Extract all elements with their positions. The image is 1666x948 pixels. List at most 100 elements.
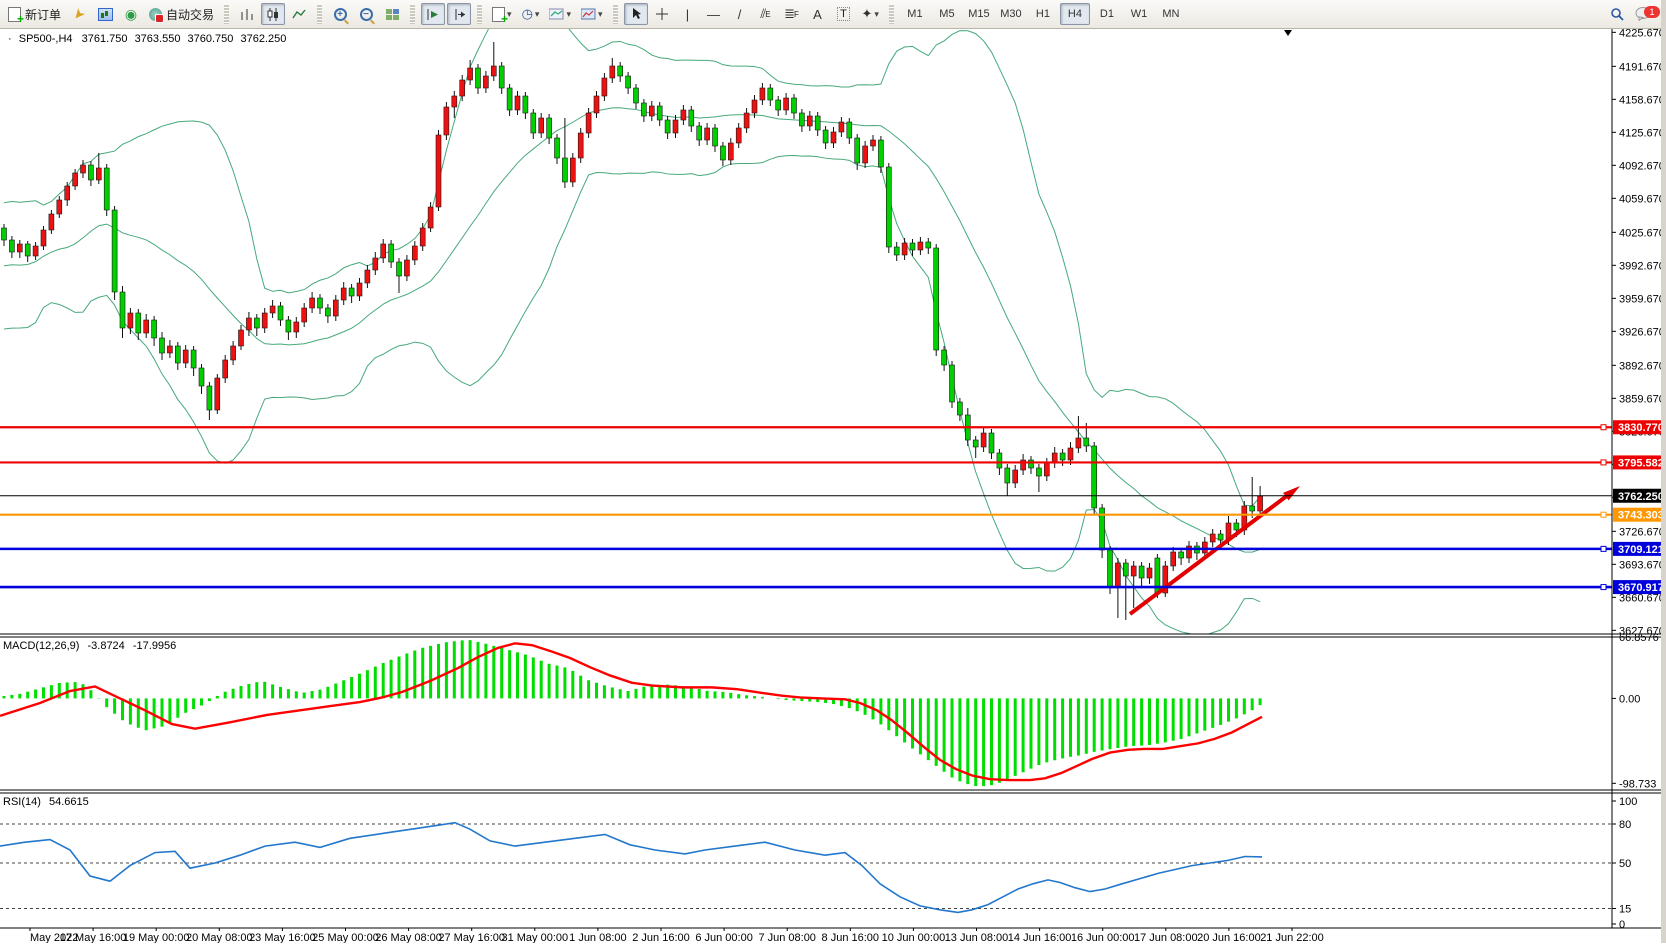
new-order-button[interactable]: 新订单 <box>4 3 65 25</box>
candle-body <box>333 300 338 316</box>
candle-body <box>254 318 259 328</box>
auto-scroll-button[interactable] <box>421 3 445 25</box>
macd-tick-label: 66.8576 <box>1619 632 1659 644</box>
candle-body <box>1013 470 1018 483</box>
timeframe-button-h1[interactable]: H1 <box>1028 3 1058 25</box>
candle-body <box>1250 506 1255 511</box>
candle-body <box>744 113 749 128</box>
candle-body <box>1044 463 1049 476</box>
order-dropdown-button[interactable]: ▾ <box>488 3 516 25</box>
price-badge-3670.917[interactable]: 3670.917 <box>1613 580 1666 594</box>
channel-button[interactable]: ⫽E <box>754 3 778 25</box>
templates-dropdown-button[interactable]: ▾ <box>577 3 607 25</box>
candle-body <box>752 100 757 113</box>
timeframe-button-m1[interactable]: M1 <box>900 3 930 25</box>
time-tick-label: 2 Jun 16:00 <box>632 932 690 943</box>
zoom-out-button[interactable]: − <box>354 3 378 25</box>
price-badge-3830.770[interactable]: 3830.770 <box>1613 420 1666 434</box>
cursor-icon <box>630 7 642 21</box>
candlestick-chart-button[interactable] <box>261 3 285 25</box>
level-line-handle[interactable] <box>1601 460 1606 465</box>
new-order-label: 新订单 <box>25 6 61 23</box>
line-chart-button[interactable] <box>287 3 311 25</box>
candle <box>436 130 441 211</box>
timeframe-button-m15[interactable]: M15 <box>964 3 994 25</box>
candle-body <box>973 440 978 447</box>
level-line-handle[interactable] <box>1601 425 1606 430</box>
level-line-handle[interactable] <box>1601 585 1606 590</box>
level-line-handle[interactable] <box>1601 512 1606 517</box>
gold-arrow-icon: ➤ <box>69 4 90 24</box>
candle <box>1092 442 1097 514</box>
tile-windows-button[interactable] <box>380 3 404 25</box>
text-label-button[interactable]: T <box>832 3 856 25</box>
chart-canvas[interactable]: 4225.6704191.6704158.6704125.6704092.670… <box>0 0 1666 943</box>
macd-name: MACD(12,26,9) <box>3 640 79 652</box>
timeframe-button-w1[interactable]: W1 <box>1124 3 1154 25</box>
crosshair-button[interactable] <box>650 3 674 25</box>
time-tick-label: 27 May 16:00 <box>438 932 505 943</box>
time-tick-label: 16 Jun 00:00 <box>1071 932 1135 943</box>
trendline-button[interactable]: / <box>728 3 752 25</box>
candle-body <box>902 243 907 255</box>
time-tick-label: 31 May 00:00 <box>501 932 568 943</box>
search-button[interactable] <box>1605 3 1629 25</box>
main-toolbar: 新订单 ➤ ◉ 自动交易 + − <box>0 0 1666 29</box>
autotrading-button[interactable]: 自动交易 <box>145 3 218 25</box>
candle-body <box>981 433 986 447</box>
data-window-button[interactable]: ◉ <box>119 3 143 25</box>
timeframe-button-d1[interactable]: D1 <box>1092 3 1122 25</box>
candle-body <box>381 244 386 258</box>
text-tool-button[interactable]: A <box>806 3 830 25</box>
candle-body <box>452 96 457 107</box>
zoom-in-button[interactable]: + <box>328 3 352 25</box>
candle-body <box>539 118 544 133</box>
price-badge-3795.582[interactable]: 3795.582 <box>1613 455 1666 469</box>
candle-body <box>997 453 1002 468</box>
candle-body <box>81 165 86 173</box>
candle-body <box>412 246 417 260</box>
candle <box>112 206 117 300</box>
candle-body <box>318 298 323 308</box>
channel-sub-label: E <box>765 10 770 19</box>
candle-body <box>1076 438 1081 448</box>
candle <box>578 128 583 163</box>
horizontal-line-button[interactable]: — <box>702 3 726 25</box>
price-badge-3709.121[interactable]: 3709.121 <box>1613 542 1666 556</box>
ohlc-open: 3761.750 <box>82 33 128 45</box>
arrows-tool-button[interactable]: ✦▾ <box>858 3 883 25</box>
candle-body <box>594 96 599 113</box>
candle-body <box>17 244 22 252</box>
candle-body <box>1108 550 1113 587</box>
chevron-down-icon: ▾ <box>874 9 879 20</box>
indicators-icon <box>549 8 564 20</box>
periods-dropdown-button[interactable]: ◷▾ <box>518 3 544 25</box>
timeframe-button-m5[interactable]: M5 <box>932 3 962 25</box>
bar-chart-button[interactable] <box>235 3 259 25</box>
fibonacci-button[interactable]: ≣F <box>780 3 804 25</box>
chart-area: 4225.6704191.6704158.6704125.6704092.670… <box>0 0 1666 943</box>
metaeditor-button[interactable]: ➤ <box>67 3 91 25</box>
price-tick-label: 3726.670 <box>1619 526 1665 538</box>
candle <box>934 244 939 356</box>
vertical-line-button[interactable]: | <box>676 3 700 25</box>
timeframe-button-h4[interactable]: H4 <box>1060 3 1090 25</box>
cursor-button[interactable] <box>624 3 648 25</box>
toolbar-group-zoom: + − <box>324 0 408 28</box>
timeframe-button-m30[interactable]: M30 <box>996 3 1026 25</box>
indicators-dropdown-button[interactable]: ▾ <box>545 3 575 25</box>
chart-shift-button[interactable] <box>447 3 471 25</box>
level-line-handle[interactable] <box>1601 546 1606 551</box>
candle-body <box>807 116 812 126</box>
price-badge-3762.250[interactable]: 3762.250 <box>1613 489 1666 503</box>
price-badge-3743.303[interactable]: 3743.303 <box>1613 508 1666 522</box>
candle-body <box>365 270 370 283</box>
chart-title-marker: · <box>8 33 12 45</box>
new-chart-button[interactable] <box>93 3 117 25</box>
candle-body <box>1234 523 1239 530</box>
timeframe-button-mn[interactable]: MN <box>1156 3 1186 25</box>
autotrading-label: 自动交易 <box>166 6 214 23</box>
price-tick-label: 3959.670 <box>1619 293 1665 305</box>
chevron-down-icon: ▾ <box>535 9 540 20</box>
chat-button[interactable]: 1 <box>1631 3 1655 25</box>
